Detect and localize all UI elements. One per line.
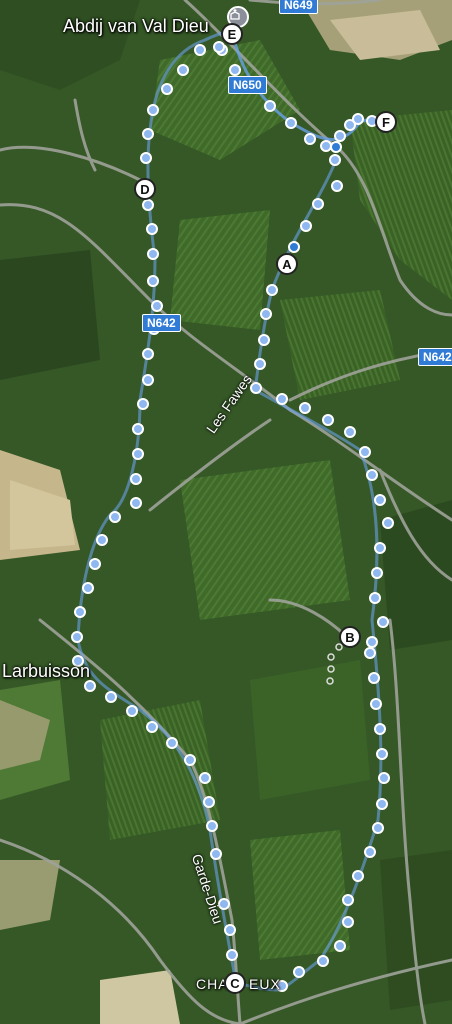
church-icon xyxy=(230,9,240,20)
map-view[interactable]: Abdij van Val Dieu Larbuisson CHA EUX Le… xyxy=(0,0,452,1024)
road-shield-n649: N649 xyxy=(279,0,318,14)
route-line xyxy=(71,41,394,992)
road-shield-n650: N650 xyxy=(228,76,267,94)
place-label-abbey[interactable]: Abdij van Val Dieu xyxy=(63,16,209,37)
waypoint-a-marker[interactable]: A xyxy=(276,253,298,275)
road-shield-n642-center: N642 xyxy=(142,314,181,332)
waypoint-f-marker[interactable]: F xyxy=(375,111,397,133)
waypoint-b-marker[interactable]: B xyxy=(339,626,361,648)
waypoint-e-marker[interactable]: E xyxy=(221,23,243,45)
place-label-larbuisson[interactable]: Larbuisson xyxy=(2,661,90,682)
waypoint-d-marker[interactable]: D xyxy=(134,178,156,200)
place-label-chaineux-right[interactable]: EUX xyxy=(249,976,281,992)
road-shield-n642-right: N642 xyxy=(418,348,452,366)
waypoint-c-marker[interactable]: C xyxy=(224,972,246,994)
